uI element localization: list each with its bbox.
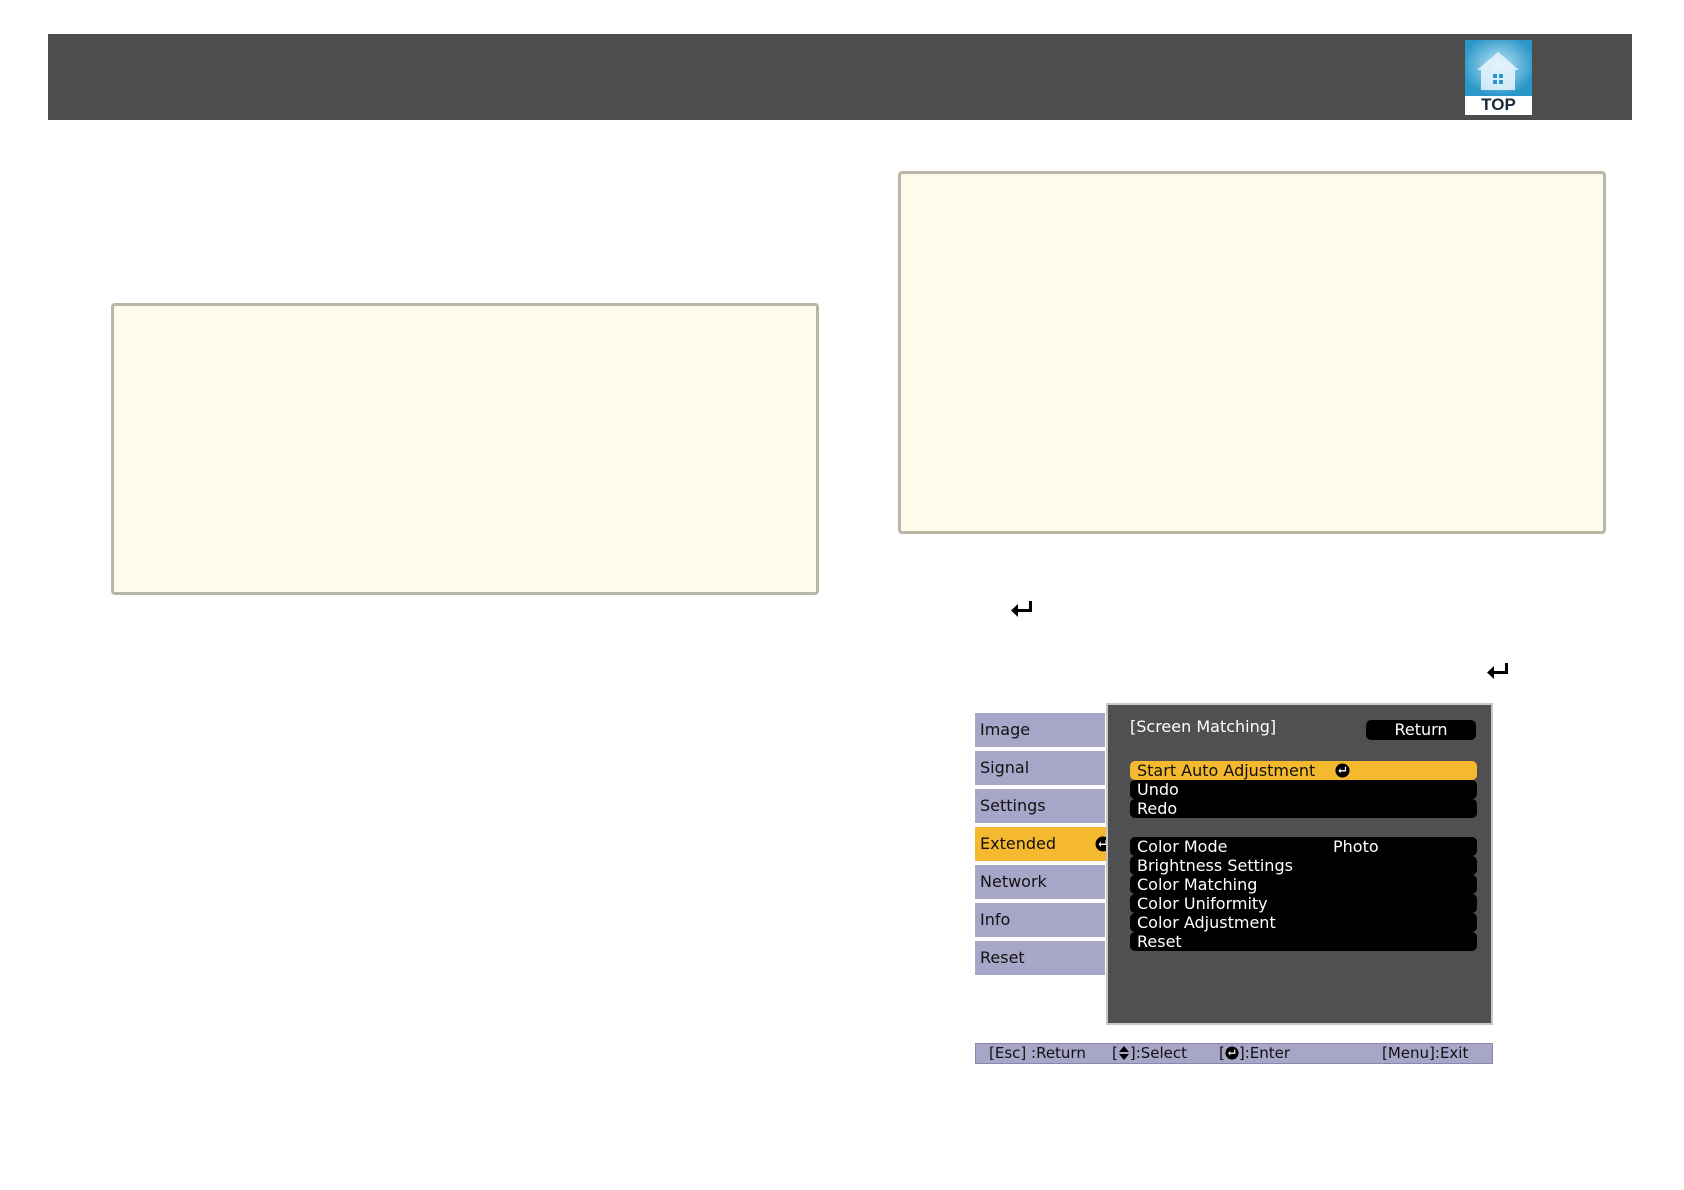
return-button[interactable]: Return (1366, 720, 1476, 740)
menu-item-label: Brightness Settings (1137, 856, 1293, 875)
note-box-right (898, 171, 1606, 534)
tab-signal[interactable]: Signal (975, 751, 1105, 785)
tab-extended[interactable]: Extended (975, 827, 1117, 861)
top-button[interactable]: TOP (1465, 40, 1532, 115)
tab-settings[interactable]: Settings (975, 789, 1105, 823)
menu-status-bar: [Esc] :Return []:Select []:Enter [Menu]:… (975, 1043, 1493, 1064)
menu-item-color-matching[interactable]: Color Matching (1130, 875, 1477, 894)
menu-item-label: Color Uniformity (1137, 894, 1268, 913)
menu-item-start-auto-adjustment[interactable]: Start Auto Adjustment (1130, 761, 1477, 780)
enter-icon (1487, 663, 1508, 679)
enter-icon (1011, 601, 1032, 617)
header-bar (48, 34, 1632, 120)
tab-info[interactable]: Info (975, 903, 1105, 937)
status-enter: []:Enter (1219, 1044, 1290, 1063)
menu-item-label: Reset (1137, 932, 1182, 951)
menu-item-color-uniformity[interactable]: Color Uniformity (1130, 894, 1477, 913)
menu-item-label: Start Auto Adjustment (1137, 761, 1316, 780)
tab-label: Image (980, 720, 1031, 739)
tab-label: Network (980, 872, 1047, 891)
tab-label: Signal (980, 758, 1030, 777)
tab-reset[interactable]: Reset (975, 941, 1105, 975)
page: TOP Image Signal Settings Extended Netwo… (0, 0, 1684, 1190)
enter-icon (1335, 763, 1350, 778)
menu-item-label: Color Matching (1137, 875, 1258, 894)
tab-network[interactable]: Network (975, 865, 1105, 899)
status-select: []:Select (1112, 1044, 1187, 1063)
menu-item-label: Redo (1137, 799, 1178, 818)
menu-item-label: Color Adjustment (1137, 913, 1276, 932)
menu-item-color-mode[interactable]: Color Mode Photo (1130, 837, 1477, 856)
status-menu-exit: [Menu]:Exit (1382, 1044, 1469, 1062)
panel-title: [Screen Matching] (1130, 717, 1277, 736)
menu-item-brightness-settings[interactable]: Brightness Settings (1130, 856, 1477, 875)
tab-label: Reset (980, 948, 1025, 967)
tab-image[interactable]: Image (975, 713, 1105, 747)
menu-item-reset[interactable]: Reset (1130, 932, 1477, 951)
menu-item-color-adjustment[interactable]: Color Adjustment (1130, 913, 1477, 932)
menu-item-label: Color Mode (1137, 837, 1228, 856)
menu-item-label: Undo (1137, 780, 1179, 799)
up-down-icon (1118, 1046, 1129, 1060)
status-enter-suffix: ]:Enter (1238, 1044, 1291, 1062)
menu-panel: [Screen Matching] Return Start Auto Adju… (1106, 703, 1493, 1025)
status-esc: [Esc] :Return (989, 1044, 1086, 1062)
tab-label: Info (980, 910, 1011, 929)
top-label: TOP (1481, 95, 1516, 114)
color-mode-value: Photo (1333, 837, 1379, 856)
tab-label: Extended (980, 834, 1056, 853)
tab-label: Settings (980, 796, 1046, 815)
menu-item-redo[interactable]: Redo (1130, 799, 1477, 818)
enter-icon (1225, 1046, 1239, 1060)
menu-item-undo[interactable]: Undo (1130, 780, 1477, 799)
note-box-left (111, 303, 819, 595)
status-select-suffix: ]:Select (1129, 1044, 1188, 1062)
